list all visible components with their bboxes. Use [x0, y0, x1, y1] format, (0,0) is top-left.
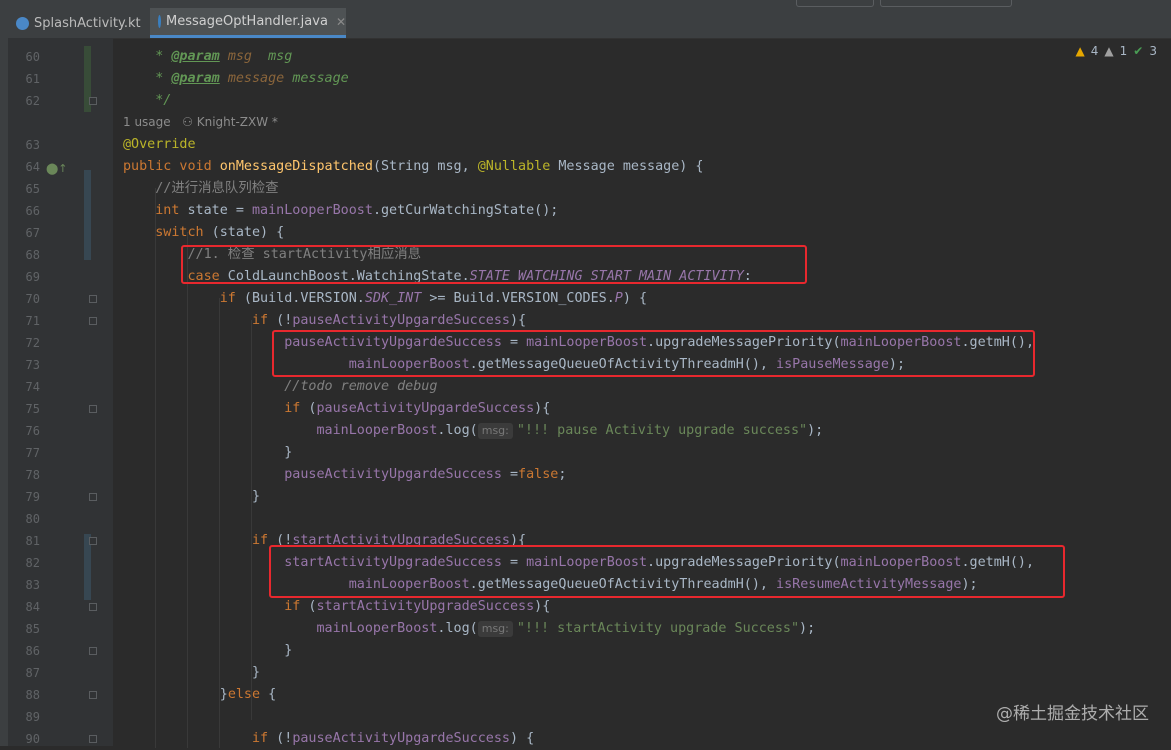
- code-line: pauseActivityUpgardeSuccess =false;: [284, 467, 567, 482]
- ok-count: 3: [1149, 44, 1157, 58]
- fold-icon[interactable]: [89, 537, 97, 545]
- line-number[interactable]: 74: [16, 380, 40, 394]
- code-line: }: [284, 445, 293, 460]
- code-line: if (Build.VERSION.SDK_INT >= Build.VERSI…: [219, 291, 648, 306]
- code-line: }else {: [219, 687, 277, 702]
- tab-splash-activity[interactable]: SplashActivity.kt: [10, 8, 148, 38]
- line-number[interactable]: 68: [16, 248, 40, 262]
- line-number[interactable]: 88: [16, 688, 40, 702]
- editor-tab-bar: SplashActivity.kt MessageOptHandler.java…: [0, 8, 1171, 39]
- inspection-widget[interactable]: ▲ 4 ▲ 1 ✔ 3: [1076, 44, 1157, 58]
- code-line: if (!pauseActivityUpgardeSuccess) {: [252, 731, 535, 746]
- line-number[interactable]: 71: [16, 314, 40, 328]
- top-toolbar-strip: [0, 0, 1171, 8]
- line-number[interactable]: 80: [16, 512, 40, 526]
- run-config-selector[interactable]: [796, 0, 874, 7]
- weak-warning-icon: ▲: [1104, 44, 1114, 58]
- tab-label: SplashActivity.kt: [34, 15, 141, 31]
- line-number[interactable]: 63: [16, 138, 40, 152]
- fold-icon[interactable]: [89, 405, 97, 413]
- code-line: if (pauseActivityUpgardeSuccess){: [284, 401, 551, 416]
- code-line: if (startActivityUpgradeSuccess){: [284, 599, 551, 614]
- line-number[interactable]: 85: [16, 622, 40, 636]
- param-hint: msg:: [477, 423, 513, 439]
- editor-gutter: 60 61 62 63 64 65 66 67 68 69 70 71 72 73 74 75 76 77 78 79…: [8, 38, 113, 746]
- fold-icon[interactable]: [89, 691, 97, 699]
- line-number[interactable]: 78: [16, 468, 40, 482]
- code-vision-hints[interactable]: 1 usage ⚇ Knight-ZXW *: [123, 115, 278, 129]
- code-line: }: [284, 643, 293, 658]
- code-line: @Override: [123, 137, 196, 152]
- line-number[interactable]: 67: [16, 226, 40, 240]
- code-line: int state = mainLooperBoost.getCurWatchi…: [155, 203, 559, 218]
- code-line: mainLooperBoost.log(msg: "!!! pause Activ…: [316, 423, 824, 439]
- line-number[interactable]: 86: [16, 644, 40, 658]
- line-number[interactable]: 82: [16, 556, 40, 570]
- line-number[interactable]: 61: [16, 72, 40, 86]
- code-line: * @param message message: [123, 71, 349, 86]
- line-number[interactable]: 69: [16, 270, 40, 284]
- watermark: @稀土掘金技术社区: [996, 704, 1149, 724]
- close-icon[interactable]: ✕: [336, 15, 346, 29]
- user-icon: ⚇: [182, 115, 193, 129]
- line-number[interactable]: 83: [16, 578, 40, 592]
- kotlin-file-icon: [16, 16, 29, 30]
- fold-icon[interactable]: [89, 295, 97, 303]
- line-number[interactable]: 64: [16, 160, 40, 174]
- code-line: //进行消息队列检查: [155, 181, 279, 196]
- code-editor[interactable]: ▲ 4 ▲ 1 ✔ 3 * @param msg msg * @param messa…: [113, 38, 1171, 748]
- fold-icon[interactable]: [89, 97, 97, 105]
- author-hint[interactable]: Knight-ZXW *: [197, 115, 278, 129]
- line-number[interactable]: 81: [16, 534, 40, 548]
- line-number[interactable]: 72: [16, 336, 40, 350]
- line-number[interactable]: 65: [16, 182, 40, 196]
- usages-hint[interactable]: 1 usage: [123, 115, 171, 129]
- code-line: switch (state) {: [155, 225, 285, 240]
- java-class-icon: [158, 15, 161, 28]
- highlight-box-pause-upgrade: [272, 330, 1035, 377]
- highlight-box-case: [181, 245, 807, 284]
- code-line: }: [252, 489, 261, 504]
- highlight-box-start-upgrade: [269, 545, 1065, 598]
- weak-warning-count: 1: [1119, 44, 1128, 58]
- line-number[interactable]: 87: [16, 666, 40, 680]
- warning-icon: ▲: [1075, 44, 1085, 58]
- line-number[interactable]: 66: [16, 204, 40, 218]
- line-number[interactable]: 84: [16, 600, 40, 614]
- fold-icon[interactable]: [89, 647, 97, 655]
- fold-icon[interactable]: [89, 317, 97, 325]
- check-icon: ✔: [1133, 44, 1144, 58]
- line-number[interactable]: 76: [16, 424, 40, 438]
- code-line: if (!pauseActivityUpgardeSuccess){: [252, 313, 527, 328]
- param-hint: msg:: [477, 621, 513, 637]
- fold-icon[interactable]: [89, 735, 97, 743]
- tab-label: MessageOptHandler.java: [166, 14, 328, 29]
- warning-count: 4: [1090, 44, 1099, 58]
- line-number[interactable]: 70: [16, 292, 40, 306]
- tab-message-opt-handler[interactable]: MessageOptHandler.java ✕: [150, 8, 346, 38]
- code-line: mainLooperBoost.log(msg: "!!! startActivi…: [316, 621, 816, 637]
- fold-icon[interactable]: [89, 603, 97, 611]
- code-line: public void onMessageDispatched(String m…: [123, 159, 704, 174]
- line-number[interactable]: 89: [16, 710, 40, 724]
- line-number[interactable]: 79: [16, 490, 40, 504]
- line-number[interactable]: 73: [16, 358, 40, 372]
- tool-window-strip: [0, 38, 8, 746]
- line-number[interactable]: 60: [16, 50, 40, 64]
- fold-icon[interactable]: [89, 493, 97, 501]
- line-number[interactable]: 77: [16, 446, 40, 460]
- line-number[interactable]: 90: [16, 732, 40, 746]
- line-number[interactable]: 62: [16, 94, 40, 108]
- device-selector[interactable]: [880, 0, 1012, 7]
- override-gutter-icon[interactable]: ⬤↑: [46, 162, 68, 175]
- code-line: * @param msg msg: [123, 49, 293, 64]
- code-line: */: [155, 93, 172, 108]
- code-line: //todo remove debug: [284, 379, 438, 394]
- change-marker: [84, 170, 91, 260]
- code-line: }: [252, 665, 261, 680]
- line-number[interactable]: 75: [16, 402, 40, 416]
